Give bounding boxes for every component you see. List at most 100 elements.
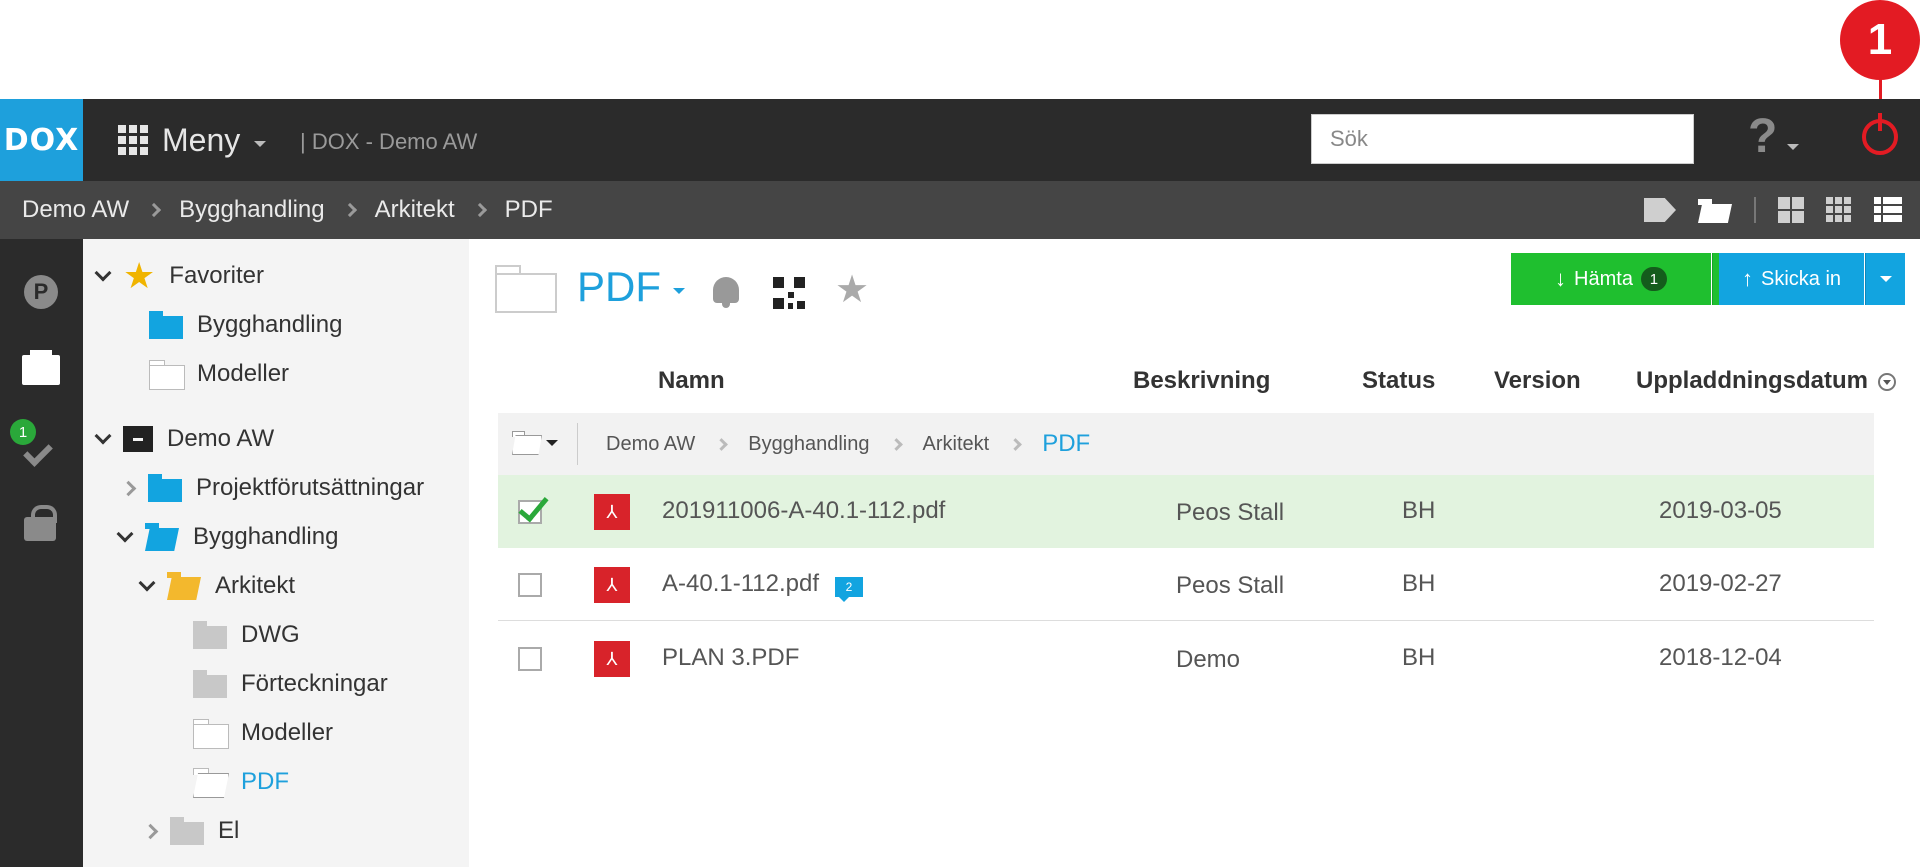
tag-icon[interactable]: [1644, 198, 1676, 222]
folder-icon: [148, 474, 182, 502]
tree-item-projektforutsattningar[interactable]: Projektförutsättningar: [120, 468, 424, 508]
column-header-status[interactable]: Status: [1362, 367, 1435, 395]
file-name-text: A-40.1-112.pdf: [662, 570, 819, 597]
chevron-down-icon[interactable]: [116, 525, 134, 543]
tree-item-label: PDF: [241, 768, 289, 795]
table-row[interactable]: ⅄ PLAN 3.PDF Demo BH 2018-12-04: [498, 622, 1874, 695]
question-icon: ?: [1748, 110, 1778, 163]
file-description: Peos Stall: [1176, 499, 1285, 526]
path-item[interactable]: Arkitekt: [923, 433, 990, 456]
chevron-down-icon[interactable]: [138, 574, 156, 592]
folder-menu-button[interactable]: [512, 431, 558, 453]
comment-count-badge[interactable]: 2: [835, 577, 863, 602]
tree-item-label: Bygghandling: [197, 311, 343, 338]
tree-item-bygghandling[interactable]: Bygghandling: [116, 517, 339, 557]
folder-title: PDF: [577, 263, 661, 310]
dox-logo[interactable]: DOX: [0, 99, 83, 181]
parking-icon[interactable]: P: [24, 275, 58, 309]
folder-icon: [193, 670, 227, 698]
tree-item-modeller[interactable]: Modeller: [193, 713, 333, 753]
tree-item-arkitekt[interactable]: Arkitekt: [138, 566, 296, 606]
small-tiles-view-icon[interactable]: [1826, 197, 1852, 223]
page-title[interactable]: PDF: [577, 263, 685, 311]
table-row[interactable]: ⅄ A-40.1-112.pdf 2 Peos Stall BH 2019-02…: [498, 548, 1874, 621]
sort-icon[interactable]: [1877, 372, 1896, 391]
file-name-text: 201911006-A-40.1-112.pdf: [662, 497, 946, 524]
tree-item-pdf[interactable]: PDF: [193, 762, 289, 802]
table-row[interactable]: ⅄ 201911006-A-40.1-112.pdf Peos Stall BH…: [498, 475, 1874, 548]
large-tiles-view-icon[interactable]: [1778, 197, 1804, 223]
file-name[interactable]: PLAN 3.PDF: [662, 644, 799, 672]
help-button[interactable]: ?: [1748, 109, 1800, 164]
upload-button[interactable]: ↑ Skicka in: [1719, 253, 1864, 305]
tree-item-forteckningar[interactable]: Förteckningar: [193, 664, 388, 704]
folder-icon: [149, 360, 185, 390]
folder-icon: [149, 311, 183, 339]
tree-item-favorite-modeller[interactable]: Modeller: [149, 354, 289, 394]
tasks-badge: 1: [10, 419, 36, 445]
star-icon[interactable]: ★: [835, 271, 869, 309]
chevron-right-icon[interactable]: [142, 823, 159, 839]
menu-button[interactable]: Meny: [118, 119, 267, 161]
list-view-icon[interactable]: [1874, 197, 1902, 223]
chevron-right-icon[interactable]: [120, 480, 137, 496]
tree-item-favorite-bygghandling[interactable]: Bygghandling: [149, 305, 342, 345]
bell-icon[interactable]: [713, 277, 739, 308]
file-name-text: PLAN 3.PDF: [662, 644, 800, 671]
chevron-right-icon: [147, 202, 162, 218]
file-name[interactable]: 201911006-A-40.1-112.pdf: [662, 497, 945, 525]
upload-dropdown-button[interactable]: [1865, 253, 1905, 305]
column-header-name[interactable]: Namn: [658, 367, 725, 395]
chevron-down-icon[interactable]: [94, 264, 112, 282]
tree-item-project[interactable]: Demo AW: [94, 419, 274, 459]
chevron-right-icon: [715, 437, 729, 451]
row-checkbox[interactable]: [518, 647, 542, 671]
path-item[interactable]: Demo AW: [606, 433, 695, 456]
power-icon[interactable]: [1862, 113, 1898, 155]
breadcrumb-item[interactable]: PDF: [505, 196, 553, 224]
breadcrumb-bar: Demo AW Bygghandling Arkitekt PDF: [0, 181, 1920, 239]
tree-item-label: DWG: [241, 621, 300, 648]
arrow-down-icon: ↓: [1555, 266, 1567, 291]
chevron-down-icon: [546, 440, 558, 446]
folder-icon[interactable]: [22, 350, 60, 385]
chevron-down-icon: [673, 288, 685, 294]
file-upload-date: 2019-03-05: [1659, 497, 1782, 524]
breadcrumb-item[interactable]: Demo AW: [22, 196, 129, 224]
search-input[interactable]: [1311, 114, 1694, 164]
chevron-right-icon: [1009, 437, 1023, 451]
lock-icon[interactable]: [24, 505, 57, 541]
path-item[interactable]: Bygghandling: [748, 433, 869, 456]
dox-app: 1 DOX Meny | DOX - Demo AW ? Demo AW Byg…: [0, 0, 1920, 867]
tree-item-label: Modeller: [241, 719, 334, 746]
chevron-down-icon[interactable]: [94, 427, 112, 445]
tree-item-el[interactable]: El: [142, 811, 239, 851]
file-name[interactable]: A-40.1-112.pdf 2: [662, 570, 863, 602]
tree-item-label: Arkitekt: [215, 572, 296, 599]
chevron-down-icon: [254, 141, 267, 147]
tree-item-dwg[interactable]: DWG: [193, 615, 300, 655]
star-icon: ★: [123, 255, 156, 296]
breadcrumb-item[interactable]: Arkitekt: [375, 196, 455, 224]
row-checkbox[interactable]: [518, 500, 542, 524]
open-folder-icon[interactable]: [1698, 197, 1732, 223]
chevron-right-icon: [342, 202, 357, 218]
chevron-down-icon: [1787, 144, 1800, 150]
folder-icon: [495, 265, 557, 313]
chevron-right-icon: [472, 202, 487, 218]
column-header-version[interactable]: Version: [1494, 367, 1581, 395]
path-breadcrumb: Demo AW Bygghandling Arkitekt PDF: [606, 413, 1090, 475]
column-header-upload-date[interactable]: Uppladdningsdatum: [1636, 367, 1896, 395]
download-count-badge: 1: [1640, 267, 1667, 291]
column-header-description[interactable]: Beskrivning: [1133, 367, 1270, 395]
pdf-file-icon: ⅄: [594, 641, 630, 677]
file-upload-date: 2019-02-27: [1659, 570, 1782, 597]
tree-item-label: Bygghandling: [193, 523, 339, 550]
qr-code-icon[interactable]: [773, 277, 805, 309]
download-button[interactable]: ↓ Hämta 1: [1511, 253, 1711, 305]
breadcrumb-item[interactable]: Bygghandling: [179, 196, 324, 224]
chevron-down-icon: [1879, 276, 1892, 282]
tree-item-favorites[interactable]: ★ Favoriter: [94, 255, 264, 296]
row-checkbox[interactable]: [518, 573, 542, 597]
open-folder-icon: [167, 572, 201, 600]
